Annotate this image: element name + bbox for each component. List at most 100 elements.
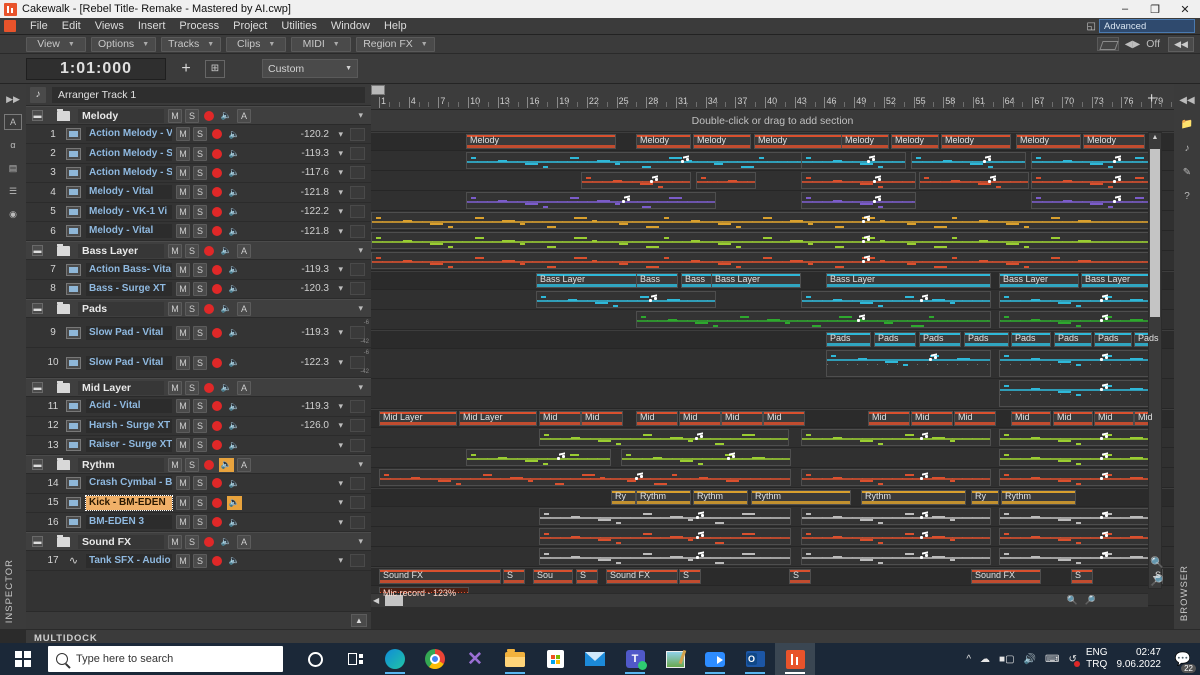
solo-button[interactable]: S: [193, 476, 207, 491]
close-button[interactable]: ✕: [1170, 0, 1200, 18]
view-menu-button[interactable]: View ▼: [26, 36, 86, 52]
record-button[interactable]: [210, 554, 224, 568]
mute-button[interactable]: M: [176, 553, 190, 568]
input-echo-button[interactable]: 🔈: [219, 457, 234, 472]
clip[interactable]: [801, 172, 916, 189]
group-name[interactable]: Sound FX: [78, 534, 164, 549]
collapse-group-icon[interactable]: ▬: [32, 245, 43, 257]
mute-button[interactable]: M: [176, 515, 190, 530]
clip[interactable]: [539, 429, 789, 446]
menu-process[interactable]: Process: [172, 19, 226, 33]
clip[interactable]: [801, 192, 916, 209]
track-row-17[interactable]: 17 ∿ Tank SFX - Audio M S 🔈 ▾: [26, 551, 371, 571]
zoom-out-horizontal-icon[interactable]: 🔍: [1067, 595, 1078, 606]
clip[interactable]: Sou: [533, 569, 573, 584]
clip[interactable]: Melody: [636, 134, 691, 149]
clip[interactable]: Pads: [826, 332, 871, 347]
cortana-icon[interactable]: [295, 643, 335, 675]
clip[interactable]: Bass Layer: [999, 273, 1079, 288]
notes-icon[interactable]: ✎: [1178, 164, 1196, 180]
track-name[interactable]: Crash Cymbal - B: [86, 476, 172, 491]
solo-button[interactable]: S: [185, 301, 199, 316]
clip-lane-bass-8[interactable]: [371, 310, 1174, 330]
list-icon[interactable]: ☰: [4, 183, 22, 199]
snap-grid-icon[interactable]: [1096, 37, 1119, 51]
clip[interactable]: [696, 172, 756, 189]
clip[interactable]: Mid: [763, 411, 805, 426]
clip[interactable]: [826, 350, 991, 377]
add-track-button[interactable]: +: [1147, 90, 1156, 107]
solo-button[interactable]: S: [193, 418, 207, 433]
clip[interactable]: Mid: [1094, 411, 1134, 426]
solo-button[interactable]: S: [193, 355, 207, 370]
solo-button[interactable]: S: [193, 553, 207, 568]
clip[interactable]: Melody: [466, 134, 616, 149]
plugin-icon[interactable]: ♪: [1178, 140, 1196, 156]
clip[interactable]: Bass Layer: [711, 273, 801, 288]
input-echo-button[interactable]: 🔈: [219, 535, 234, 549]
clip[interactable]: Mid: [636, 411, 678, 426]
automation-button[interactable]: A: [237, 534, 251, 549]
region-fx-menu-button[interactable]: Region FX ▼: [356, 36, 435, 52]
clip-lane-pads-group[interactable]: Pads Pads Pads Pads Pads Pads Pads Pads: [371, 330, 1174, 349]
solo-button[interactable]: S: [193, 165, 207, 180]
mail-icon[interactable]: [575, 643, 615, 675]
mute-button[interactable]: M: [176, 127, 190, 142]
record-button[interactable]: [210, 399, 224, 413]
outlook-icon[interactable]: O: [735, 643, 775, 675]
record-button[interactable]: [210, 224, 224, 238]
clip[interactable]: Sound FX: [606, 569, 678, 584]
clock[interactable]: 02:47 9.06.2022: [1117, 647, 1162, 671]
clip[interactable]: Pads: [874, 332, 916, 347]
track-row-8[interactable]: 8 Bass - Surge XT M S 🔈 -120.3 ▾: [26, 279, 371, 300]
track-row-14[interactable]: 14 Crash Cymbal - B M S 🔈 ▾: [26, 474, 371, 494]
input-echo-button[interactable]: 🔈: [227, 282, 242, 296]
clip[interactable]: Bass Layer: [826, 273, 991, 288]
scroll-left-icon[interactable]: ◀: [373, 596, 379, 605]
group-name[interactable]: Melody: [78, 108, 164, 123]
track-name[interactable]: Action Melody - V: [86, 127, 172, 142]
clip[interactable]: Ry: [971, 490, 999, 505]
track-row-6[interactable]: 6 Melody - Vital M S 🔈 -121.8 ▾: [26, 221, 371, 242]
clip[interactable]: [999, 528, 1161, 545]
track-gain-value[interactable]: -119.3: [301, 401, 329, 412]
add-module-button[interactable]: +: [176, 59, 196, 79]
gain-spinner-icon[interactable]: ▾: [338, 264, 343, 275]
arranger-track-name[interactable]: Arranger Track 1: [52, 86, 365, 103]
gain-spinner-icon[interactable]: ▾: [338, 440, 343, 451]
clip[interactable]: [801, 291, 991, 308]
gain-spinner-icon[interactable]: ▾: [338, 401, 343, 412]
solo-button[interactable]: S: [193, 262, 207, 277]
track-name[interactable]: Action Bass- Vita: [86, 262, 172, 277]
track-gain-value[interactable]: -119.3: [301, 264, 329, 275]
clip-lane-rythm-16[interactable]: [371, 547, 1174, 567]
input-echo-button[interactable]: 🔈: [227, 166, 242, 180]
track-row-4[interactable]: 4 Melody - Vital M S 🔈 -121.8 ▾: [26, 183, 371, 203]
clip-lane-bass-group[interactable]: Bass Layer Bass Bass Bass Layer Bass Layer Ba…: [371, 271, 1174, 290]
clip-lane-melody-6[interactable]: [371, 251, 1174, 271]
mute-button[interactable]: M: [176, 355, 190, 370]
clip[interactable]: [801, 469, 991, 486]
track-gain-value[interactable]: -121.8: [301, 226, 329, 237]
clip[interactable]: [379, 469, 791, 486]
knob-icon[interactable]: ◉: [4, 206, 22, 222]
gain-spinner-icon[interactable]: ▾: [338, 283, 343, 294]
clip[interactable]: Ry: [611, 490, 636, 505]
gain-spinner-icon[interactable]: ▾: [338, 478, 343, 489]
workspace-select[interactable]: Advanced: [1099, 19, 1195, 33]
collapse-group-icon[interactable]: ▬: [32, 110, 43, 121]
solo-button[interactable]: S: [193, 224, 207, 239]
track-row-12[interactable]: 12 Harsh - Surge XT M S 🔈 -126.0 ▾: [26, 416, 371, 436]
input-echo-button[interactable]: 🔈: [227, 554, 242, 568]
mute-button[interactable]: M: [168, 380, 182, 395]
clip[interactable]: Rythm: [1001, 490, 1076, 505]
mute-button[interactable]: M: [168, 457, 182, 472]
solo-button[interactable]: S: [193, 281, 207, 296]
file-explorer-icon[interactable]: [495, 643, 535, 675]
clip[interactable]: [801, 508, 991, 525]
gain-spinner-icon[interactable]: ▾: [338, 226, 343, 237]
clip[interactable]: Mid: [679, 411, 721, 426]
track-name[interactable]: Bass - Surge XT: [86, 281, 172, 296]
record-button[interactable]: [210, 166, 224, 180]
track-group-mid-layer[interactable]: ▬ Mid Layer M S 🔈 A ▾: [26, 378, 371, 398]
